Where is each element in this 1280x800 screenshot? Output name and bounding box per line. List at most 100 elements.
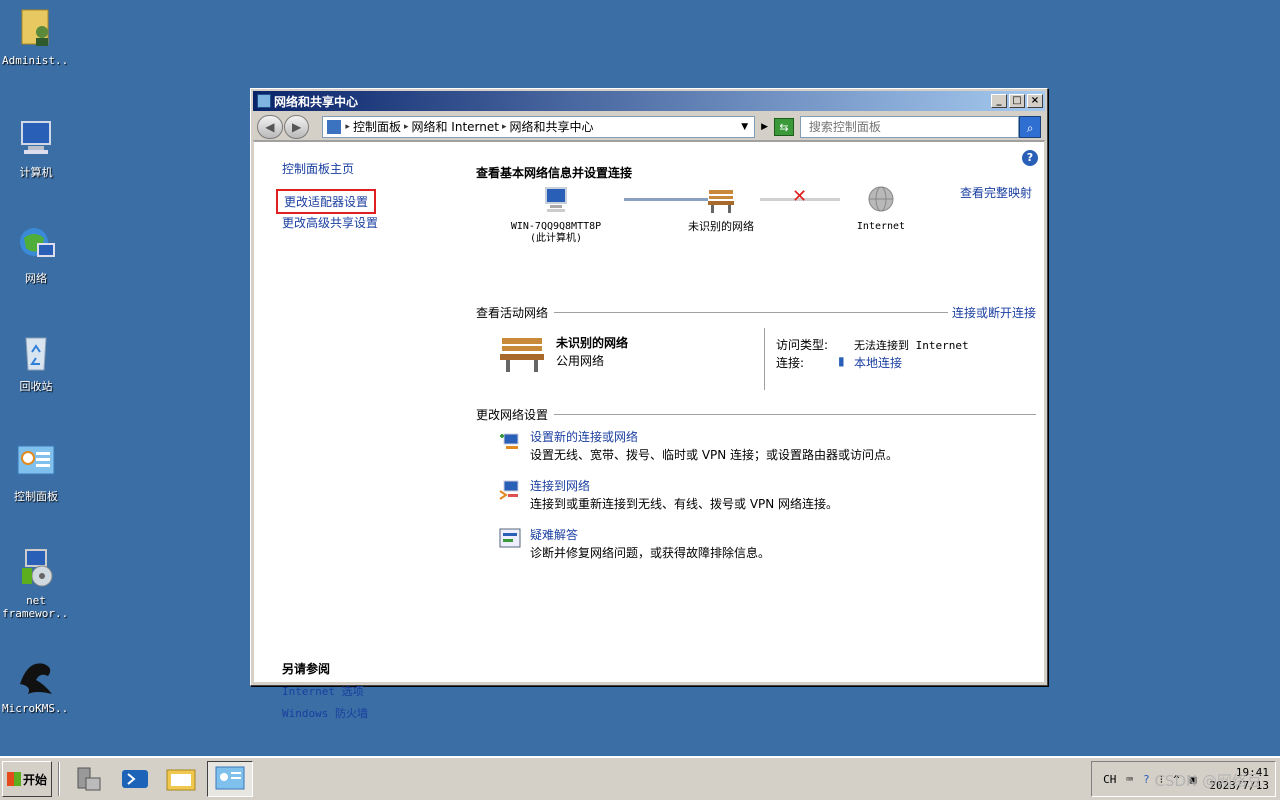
refresh-button[interactable]: ⇆ — [774, 117, 794, 136]
taskbar-server-manager[interactable] — [69, 761, 109, 797]
breadcrumb-item[interactable]: 控制面板 — [353, 118, 401, 135]
map-computer-name: WIN-7QQ9Q8MTT8P — [510, 221, 602, 232]
breadcrumb-item[interactable]: 网络和共享中心 — [509, 118, 593, 135]
start-button[interactable]: 开始 — [2, 761, 52, 797]
section-divider — [554, 312, 948, 313]
computer-icon — [21, 121, 51, 154]
desktop-icon-administrator[interactable]: Administ... — [2, 6, 70, 67]
access-type-value: 无法连接到 Internet — [854, 339, 969, 352]
taskbar-explorer[interactable] — [161, 761, 201, 797]
see-also: 另请参阅 Internet 选项 Windows 防火墙 — [282, 660, 368, 727]
desktop-icon-label: 控制面板 — [14, 490, 58, 503]
sidebar-item-home[interactable]: 控制面板主页 — [282, 160, 462, 177]
taskbar-powershell[interactable] — [115, 761, 155, 797]
back-button[interactable]: ◀ — [257, 114, 283, 139]
map-network-name: 未识别的网络 — [688, 220, 754, 233]
taskbar-divider — [58, 762, 60, 796]
network-globe-icon — [20, 228, 55, 257]
window-titlebar[interactable]: 网络和共享中心 _ □ × — [253, 91, 1045, 111]
troubleshoot-icon — [499, 528, 521, 548]
taskbar: 开始 CH ⌨ ? ⁝ ^ ▣ 19:41 2023/7/13 — [0, 756, 1280, 800]
breadcrumb-arrow-icon[interactable]: ▸ — [502, 122, 507, 132]
task-connect-network-link[interactable]: 连接到网络 — [530, 477, 590, 494]
close-button[interactable]: × — [1027, 94, 1043, 108]
search-input[interactable] — [808, 119, 999, 134]
map-internet-label: Internet — [856, 221, 906, 232]
powershell-icon — [122, 770, 148, 788]
task-troubleshoot-link[interactable]: 疑难解答 — [530, 526, 578, 543]
breadcrumb-arrow-icon[interactable]: ▸ — [404, 122, 409, 132]
map-node-computer: WIN-7QQ9Q8MTT8P (此计算机) — [506, 186, 606, 245]
globe-icon — [868, 186, 894, 212]
breadcrumb[interactable]: ▸ 控制面板 ▸ 网络和 Internet ▸ 网络和共享中心 ▼ — [322, 115, 756, 138]
desktop-icon-label: 回收站 — [19, 380, 53, 393]
minimize-button[interactable]: _ — [991, 94, 1007, 108]
connection-label: 连接: — [776, 356, 805, 370]
active-network-heading: 查看活动网络 连接或断开连接 — [476, 304, 1036, 321]
breadcrumb-arrow-icon: ▸ — [345, 121, 350, 132]
computer-icon — [545, 187, 567, 212]
search-button[interactable]: ⌕ — [1019, 115, 1041, 138]
desktop-icon-control-panel[interactable]: 控制面板 — [2, 440, 70, 504]
change-settings-heading: 更改网络设置 — [476, 406, 1036, 423]
active-network-type: 公用网络 — [556, 354, 605, 368]
network-sharing-center-window: 网络和共享中心 _ □ × ◀ ▶ ▸ 控制面板 ▸ 网络和 Internet … — [250, 88, 1048, 720]
access-type-label: 访问类型: — [776, 338, 829, 352]
desktop-icon-network[interactable]: 网络 — [2, 222, 70, 286]
windows-flag-icon — [6, 772, 21, 786]
desktop-icon-recycle-bin[interactable]: 回收站 — [2, 330, 70, 394]
start-label: 开始 — [22, 772, 47, 787]
map-computer-sub: (此计算机) — [529, 233, 583, 244]
task-setup-connection-link[interactable]: 设置新的连接或网络 — [530, 428, 638, 445]
maximize-button[interactable]: □ — [1009, 94, 1025, 108]
map-node-network: 未识别的网络 — [676, 186, 766, 233]
back-arrow-icon: ◀ — [265, 119, 275, 134]
local-connection-link[interactable]: 本地连接 — [854, 354, 902, 371]
control-panel-icon — [17, 445, 55, 475]
task-troubleshoot-desc: 诊断并修复网络问题，或获得故障排除信息。 — [530, 546, 771, 560]
desktop-icon-label: 网络 — [25, 272, 47, 285]
desktop-icon-computer[interactable]: 计算机 — [2, 116, 70, 180]
task-setup-connection-desc: 设置无线、宽带、拨号、临时或 VPN 连接；或设置路由器或访问点。 — [530, 448, 899, 462]
keyboard-icon[interactable]: ⌨ — [1126, 773, 1133, 786]
connect-disconnect-link[interactable]: 连接或断开连接 — [952, 304, 1036, 321]
control-panel-icon — [215, 766, 245, 790]
task-connect-network-desc: 连接到或重新连接到无线、有线、拨号或 VPN 网络连接。 — [530, 497, 839, 511]
active-network-card: 未识别的网络 公用网络 访问类型: 无法连接到 Internet 连接: ▮ 本… — [498, 328, 1058, 398]
map-node-internet: Internet — [836, 186, 926, 233]
help-icon[interactable]: ? — [1022, 150, 1038, 166]
language-indicator[interactable]: CH — [1103, 773, 1116, 786]
search-icon: ⌕ — [1026, 120, 1034, 135]
desktop-icon-microkms[interactable]: MicroKMS... — [2, 654, 70, 715]
disconnected-x-icon: ✕ — [792, 186, 808, 207]
content-pane: 控制面板主页 更改适配器设置 更改高级共享设置 另请参阅 Internet 选项… — [254, 141, 1044, 720]
chevron-down-icon[interactable]: ▼ — [741, 122, 748, 132]
desktop-icon-label: framewor... — [2, 607, 70, 620]
sidebar: 控制面板主页 更改适配器设置 更改高级共享设置 — [276, 160, 462, 239]
sidebar-item-advanced-sharing[interactable]: 更改高级共享设置 — [282, 214, 462, 231]
taskbar-control-panel[interactable] — [207, 761, 253, 797]
connect-network-icon — [499, 480, 519, 500]
history-arrow-icon[interactable]: ▶ — [761, 122, 768, 132]
help-icon[interactable]: ? — [1143, 773, 1150, 786]
desktop-icon-label: net — [26, 594, 46, 607]
breadcrumb-item[interactable]: 网络和 Internet — [411, 118, 498, 135]
forward-button[interactable]: ▶ — [283, 114, 310, 139]
section-title: 更改网络设置 — [476, 408, 549, 422]
sidebar-item-adapter-settings[interactable]: 更改适配器设置 — [276, 189, 377, 214]
address-bar: ◀ ▶ ▸ 控制面板 ▸ 网络和 Internet ▸ 网络和共享中心 ▼ ▶ … — [253, 113, 1045, 141]
see-also-heading: 另请参阅 — [282, 662, 331, 676]
search-field[interactable] — [799, 115, 1020, 138]
vertical-divider — [764, 328, 765, 390]
forward-arrow-icon: ▶ — [291, 119, 302, 134]
new-connection-icon — [500, 433, 519, 449]
see-also-internet-options[interactable]: Internet 选项 — [282, 683, 368, 699]
active-network-name: 未识别的网络 — [556, 336, 629, 350]
desktop-icon-net-framework[interactable]: net framewor... — [2, 546, 70, 620]
folder-icon — [166, 769, 196, 791]
refresh-icon: ⇆ — [779, 120, 789, 134]
dragon-icon — [20, 663, 52, 694]
see-also-windows-firewall[interactable]: Windows 防火墙 — [282, 705, 368, 721]
bench-icon — [708, 190, 734, 213]
view-full-map-link[interactable]: 查看完整映射 — [960, 184, 1032, 201]
